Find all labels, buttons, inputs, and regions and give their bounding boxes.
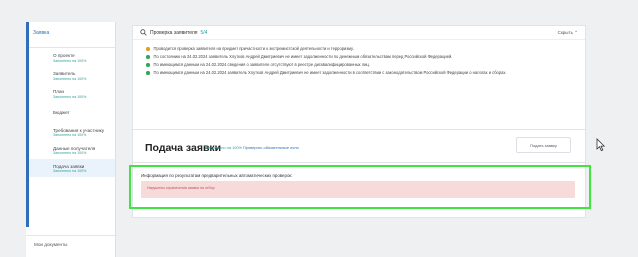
check-result-row: По имеющимся данным на 24.02.2024 заявит… [133, 67, 585, 75]
check-required-fields-link[interactable]: Проверить обязательные поля [243, 145, 299, 150]
warning-status-icon [146, 47, 150, 51]
applicant-check-header: Проверка заявителя 5/4 Скрыть ⌃ [133, 26, 585, 40]
sidebar-item-label: План [53, 89, 65, 94]
sidebar: Заявка О проекте Заполнено на 100% Заяви… [26, 22, 116, 257]
sidebar-item-progress: Заполнено на 100% [53, 94, 87, 99]
chevron-up-icon: ⌃ [574, 29, 578, 35]
sidebar-item-budget[interactable]: Бюджет [26, 102, 115, 123]
hide-toggle[interactable]: Скрыть ⌃ [558, 30, 578, 36]
sidebar-item-applicant[interactable]: Заявитель Заполнено на 100% [26, 66, 115, 84]
applicant-check-panel: Проверка заявителя 5/4 Скрыть ⌃ Проводит… [132, 25, 586, 130]
sidebar-item-progress: Заполнено на 100% [53, 58, 87, 63]
error-alert-text: Нарушены ограничения заявки на отбор [147, 186, 215, 190]
sidebar-item-plan[interactable]: План Заполнено на 100% [26, 84, 115, 102]
check-result-text: По имеющимся данным на 24.02.2024 заявит… [153, 70, 507, 75]
sidebar-item-progress: Заполнено на 100% [53, 133, 87, 138]
applicant-check-count: 5/4 [200, 29, 208, 36]
sidebar-item-label: Бюджет [53, 110, 70, 115]
completion-status: Заполнено на 100% [206, 145, 243, 150]
submit-application-button[interactable]: Подать заявку [516, 137, 571, 153]
sidebar-item-recipient[interactable]: Данные получателя Заполнено на 100% [26, 141, 115, 159]
mouse-cursor-icon [596, 138, 605, 152]
sidebar-item-label: Заявитель [53, 71, 76, 76]
hide-toggle-label: Скрыть [557, 29, 573, 35]
success-status-icon [146, 63, 150, 67]
sidebar-header[interactable]: Заявка [26, 22, 115, 48]
applicant-check-title: Проверка заявителя [150, 29, 198, 36]
check-result-row: По состоянию на 24.02.2024 заявитель Хлу… [133, 51, 585, 59]
check-result-text: По состоянию на 24.02.2024 заявитель Хлу… [153, 54, 453, 59]
sidebar-item-submission[interactable]: Подача заявки Заполнено на 100% [26, 158, 115, 177]
submission-panel: Подача заявки Заполнено на 100% Проверит… [132, 130, 586, 163]
check-result-text: Проводится проверка заявителя на предмет… [153, 46, 354, 51]
sidebar-item-about[interactable]: О проекте Заполнено на 100% [26, 48, 115, 66]
sidebar-item-label: Данные получателя [53, 145, 96, 151]
check-result-text: По имеющимся данным на 24.02.2024 сведен… [153, 62, 370, 67]
check-result-row: Проводится проверка заявителя на предмет… [133, 43, 585, 51]
sidebar-item-label: Требования к участнику [53, 127, 104, 133]
sidebar-item-label: О проекте [53, 53, 75, 58]
auto-check-title: Информация по результатам предварительны… [141, 173, 293, 178]
sidebar-item-progress: Заполнено на 100% [53, 151, 87, 156]
sidebar-item-my-documents[interactable]: Мои документы [26, 235, 115, 257]
sidebar-accent-bar [26, 22, 29, 227]
sidebar-item-label: Подача заявки [53, 163, 85, 169]
error-alert: Нарушены ограничения заявки на отбор [141, 181, 575, 198]
success-status-icon [146, 71, 150, 75]
success-status-icon [146, 55, 150, 59]
sidebar-item-progress: Заполнено на 100% [53, 76, 87, 81]
sidebar-item-requirements[interactable]: Требования к участнику Заполнено на 100% [26, 123, 115, 141]
sidebar-item-progress: Заполнено на 100% [53, 169, 87, 174]
search-icon [140, 29, 147, 36]
check-result-row: По имеющимся данным на 24.02.2024 сведен… [133, 59, 585, 67]
